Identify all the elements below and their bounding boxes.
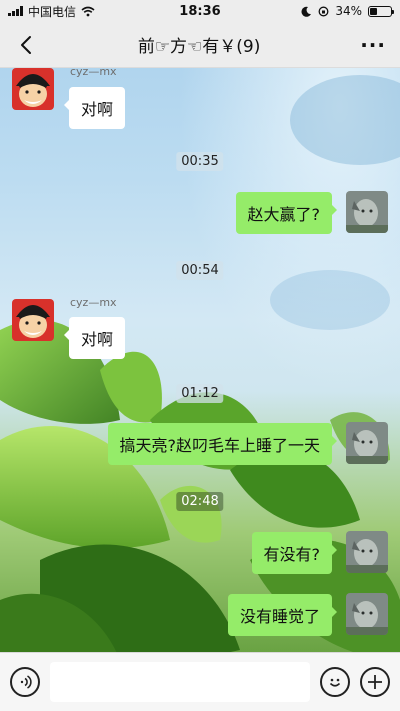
- orientation-lock-icon: [318, 6, 329, 16]
- add-button[interactable]: [360, 667, 390, 697]
- message-row: [346, 191, 388, 233]
- avatar[interactable]: [346, 531, 388, 573]
- status-right: 34%: [301, 4, 394, 18]
- status-bar: 中国电信 18:36 34%: [0, 0, 400, 22]
- chat-header: 前☞方☜有￥(9) ···: [0, 22, 400, 68]
- chevron-left-icon: [21, 35, 31, 54]
- battery-percent: 34%: [335, 4, 362, 18]
- more-button[interactable]: ···: [360, 33, 386, 57]
- timestamp: 00:54: [176, 261, 224, 280]
- timestamp: 00:35: [176, 152, 224, 171]
- avatar[interactable]: [346, 191, 388, 233]
- message-bubble-incoming[interactable]: 对啊: [63, 87, 126, 129]
- message-bubble-incoming[interactable]: 对啊: [63, 317, 126, 359]
- timestamp: 02:48: [176, 492, 224, 511]
- back-button[interactable]: [14, 33, 38, 57]
- message-bubble-outgoing[interactable]: 有没有?: [251, 532, 337, 574]
- status-left: 中国电信: [8, 3, 95, 20]
- message-bubble-outgoing[interactable]: 搞天亮?赵叼毛车上睡了一天: [107, 423, 337, 465]
- message-bubble-outgoing[interactable]: 赵大赢了?: [235, 192, 337, 234]
- message-row: [346, 531, 388, 573]
- luffy-avatar-icon: [12, 299, 54, 341]
- timestamp: 01:12: [176, 384, 224, 403]
- avatar[interactable]: [12, 68, 54, 110]
- luffy-avatar-icon: [12, 68, 54, 110]
- message-row: [346, 593, 388, 635]
- avatar[interactable]: [346, 593, 388, 635]
- user-avatar-icon: [346, 531, 388, 573]
- avatar[interactable]: [346, 422, 388, 464]
- wifi-icon: [81, 6, 95, 16]
- message-list[interactable]: cyz—mx 对啊 00:35 赵大赢了? 00:54 cyz—mx 对啊 01…: [0, 68, 400, 652]
- user-avatar-icon: [346, 593, 388, 635]
- message-input[interactable]: [50, 662, 310, 702]
- emoji-icon: [329, 678, 341, 687]
- message-row: [12, 68, 54, 110]
- avatar[interactable]: [12, 299, 54, 341]
- battery-icon: [368, 5, 394, 17]
- user-avatar-icon: [346, 422, 388, 464]
- message-row: [12, 299, 54, 341]
- signal-icon: [8, 6, 23, 16]
- sender-name: cyz—mx: [70, 68, 117, 78]
- emoji-button[interactable]: [320, 667, 350, 697]
- input-bar: [0, 652, 400, 711]
- carrier-label: 中国电信: [28, 4, 77, 19]
- message-row: [346, 422, 388, 464]
- plus-icon: [368, 675, 382, 689]
- voice-icon: [20, 675, 32, 689]
- moon-icon: [301, 6, 312, 17]
- sender-name: cyz—mx: [70, 296, 117, 309]
- chat-title: 前☞方☜有￥(9): [137, 37, 261, 57]
- user-avatar-icon: [346, 191, 388, 233]
- voice-button[interactable]: [10, 667, 40, 697]
- message-bubble-outgoing[interactable]: 没有睡觉了: [227, 594, 338, 636]
